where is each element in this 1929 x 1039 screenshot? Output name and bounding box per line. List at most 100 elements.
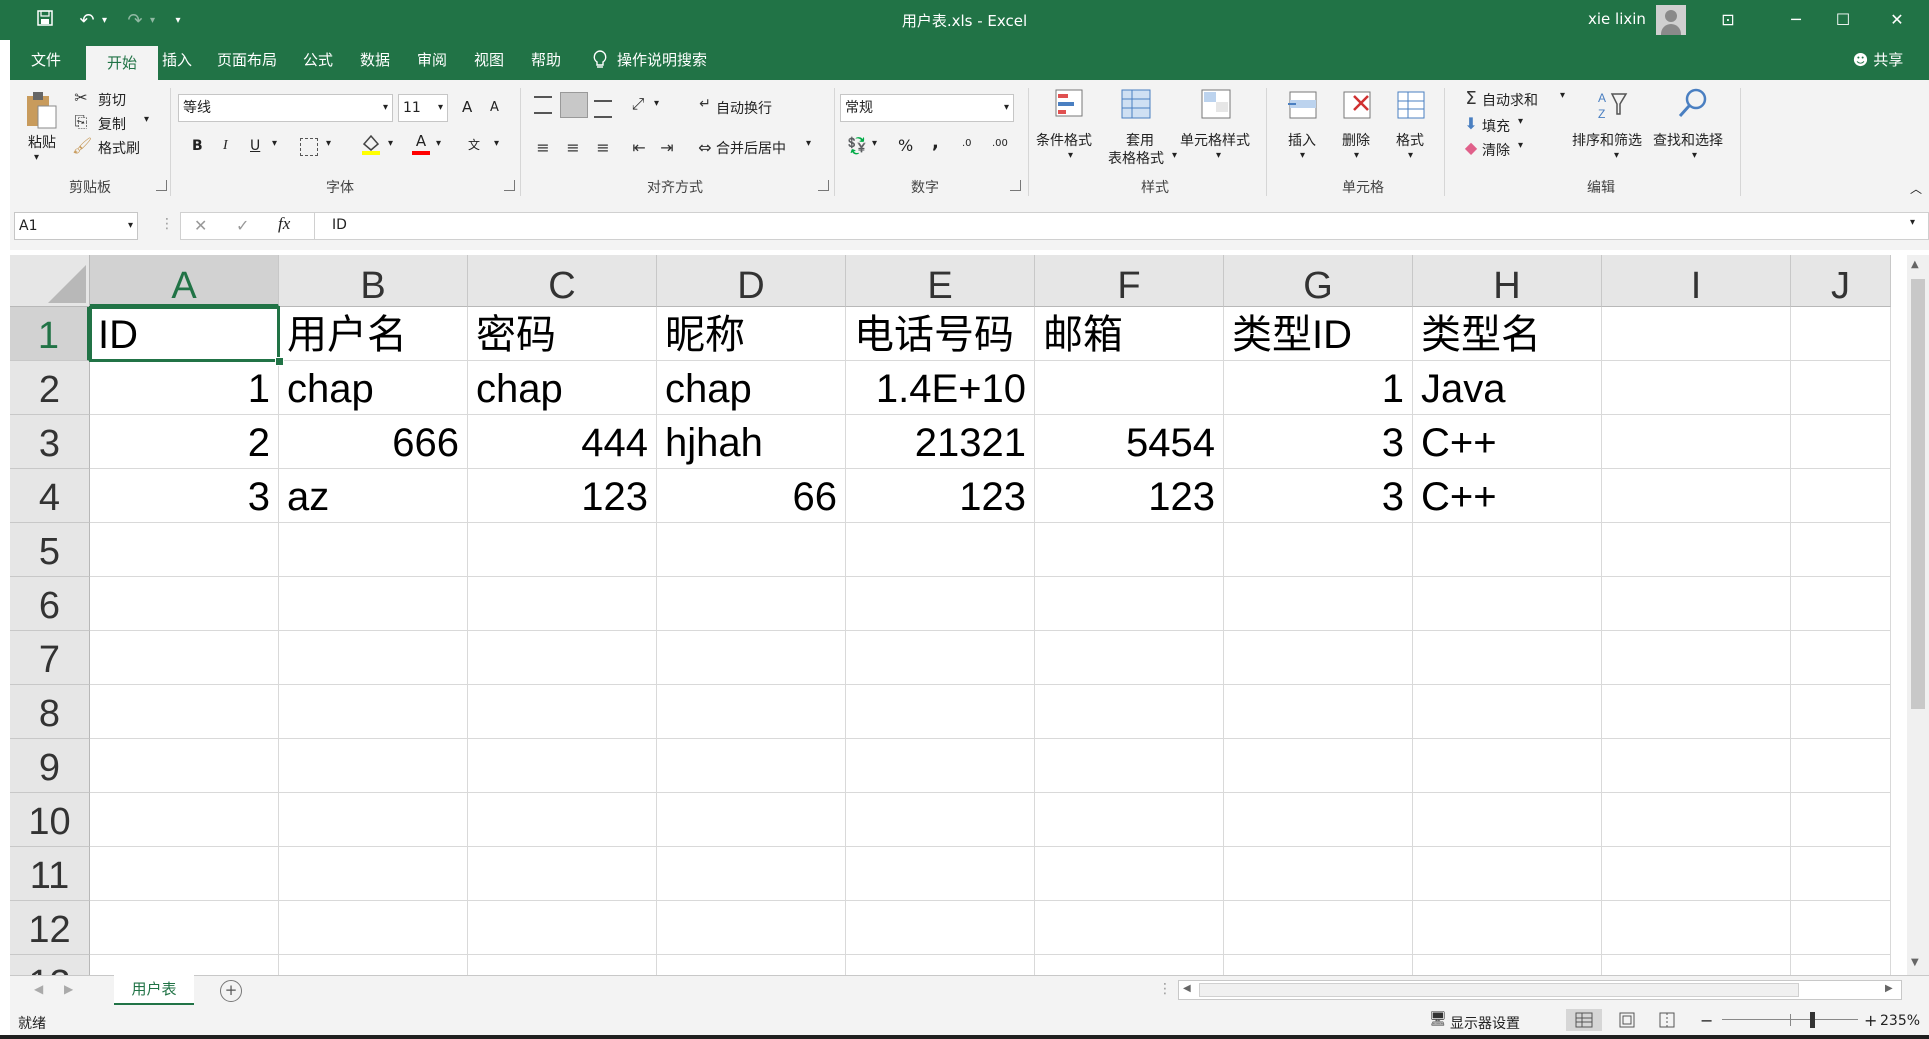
cell-i7[interactable]: [1602, 631, 1791, 685]
expand-formula-icon[interactable]: ▾: [1910, 217, 1915, 228]
cell-styles-icon[interactable]: [1200, 88, 1234, 122]
tab-file[interactable]: 文件: [22, 40, 70, 80]
tab-page-layout[interactable]: 页面布局: [208, 40, 286, 80]
cut-button[interactable]: 剪切: [98, 90, 126, 110]
cell-e8[interactable]: [846, 685, 1035, 739]
cell-i8[interactable]: [1602, 685, 1791, 739]
cell-e2[interactable]: 1.4E+10: [846, 361, 1035, 415]
delete-dropdown-icon[interactable]: ▾: [1354, 150, 1359, 161]
align-right-icon[interactable]: ≡: [594, 138, 612, 157]
cell-c6[interactable]: [468, 577, 657, 631]
borders-icon[interactable]: [300, 138, 318, 156]
wrap-text-button[interactable]: 自动换行: [716, 98, 772, 118]
font-name-select[interactable]: 等线 ▾: [178, 94, 393, 122]
cell-e6[interactable]: [846, 577, 1035, 631]
bold-button[interactable]: B: [192, 138, 203, 154]
cell-a5[interactable]: [90, 523, 279, 577]
cell-j6[interactable]: [1791, 577, 1891, 631]
column-header-i[interactable]: I: [1602, 255, 1791, 307]
cell-b13[interactable]: [279, 955, 468, 975]
autosum-button[interactable]: 自动求和: [1482, 90, 1538, 110]
cell-d11[interactable]: [657, 847, 846, 901]
vertical-scrollbar[interactable]: ▲ ▼: [1907, 255, 1929, 975]
normal-view-button[interactable]: [1566, 1009, 1602, 1031]
cell-d9[interactable]: [657, 739, 846, 793]
select-all-button[interactable]: [10, 255, 90, 307]
find-dropdown-icon[interactable]: ▾: [1692, 150, 1697, 161]
cell-b1[interactable]: 用户名: [279, 307, 468, 361]
cell-styles-dropdown-icon[interactable]: ▾: [1216, 150, 1221, 161]
add-sheet-button[interactable]: +: [220, 980, 242, 1002]
cell-a6[interactable]: [90, 577, 279, 631]
alignment-launcher-icon[interactable]: [818, 180, 829, 191]
zoom-slider-thumb[interactable]: [1810, 1012, 1815, 1028]
accounting-format-icon[interactable]: 💱: [846, 136, 868, 155]
scroll-up-icon[interactable]: ▲: [1911, 259, 1919, 270]
insert-function-icon[interactable]: fx: [278, 214, 290, 234]
cell-d12[interactable]: [657, 901, 846, 955]
cell-j8[interactable]: [1791, 685, 1891, 739]
cell-h9[interactable]: [1413, 739, 1602, 793]
orientation-dropdown-icon[interactable]: ▾: [654, 98, 659, 109]
tab-review[interactable]: 审阅: [407, 40, 457, 80]
column-header-b[interactable]: B: [279, 255, 468, 307]
column-header-d[interactable]: D: [657, 255, 846, 307]
tab-home[interactable]: 开始: [86, 46, 158, 80]
sheet-tab-users[interactable]: 用户表: [114, 975, 194, 1006]
cell-a7[interactable]: [90, 631, 279, 685]
zoom-level[interactable]: 235%: [1880, 1013, 1920, 1029]
cell-b9[interactable]: [279, 739, 468, 793]
display-settings-button[interactable]: 显示器设置: [1450, 1013, 1520, 1033]
row-header-13[interactable]: 13: [10, 955, 90, 975]
cell-f2[interactable]: [1035, 361, 1224, 415]
cell-h5[interactable]: [1413, 523, 1602, 577]
column-header-f[interactable]: F: [1035, 255, 1224, 307]
prev-sheet-icon[interactable]: ◀: [34, 982, 43, 996]
cell-d2[interactable]: chap: [657, 361, 846, 415]
row-header-6[interactable]: 6: [10, 577, 90, 631]
cell-h8[interactable]: [1413, 685, 1602, 739]
cell-j3[interactable]: [1791, 415, 1891, 469]
cell-h7[interactable]: [1413, 631, 1602, 685]
paste-dropdown-icon[interactable]: ▾: [34, 152, 39, 163]
paste-button[interactable]: 粘贴: [28, 132, 56, 152]
align-top-icon[interactable]: [534, 96, 552, 114]
cell-f6[interactable]: [1035, 577, 1224, 631]
underline-button[interactable]: U: [250, 138, 260, 154]
cell-c8[interactable]: [468, 685, 657, 739]
cell-c2[interactable]: chap: [468, 361, 657, 415]
next-sheet-icon[interactable]: ▶: [64, 982, 73, 996]
row-header-9[interactable]: 9: [10, 739, 90, 793]
cell-f10[interactable]: [1035, 793, 1224, 847]
row-header-1[interactable]: 1: [10, 307, 90, 361]
scroll-left-icon[interactable]: ◀: [1183, 983, 1191, 994]
splitter-icon[interactable]: ⋮: [1158, 981, 1172, 997]
font-color-icon[interactable]: A: [410, 132, 432, 156]
cell-h3[interactable]: C++: [1413, 415, 1602, 469]
cell-f11[interactable]: [1035, 847, 1224, 901]
page-break-view-button[interactable]: [1652, 1009, 1682, 1031]
lightbulb-icon[interactable]: [585, 40, 615, 80]
borders-dropdown-icon[interactable]: ▾: [326, 138, 331, 149]
cell-d1[interactable]: 昵称: [657, 307, 846, 361]
cell-f3[interactable]: 5454: [1035, 415, 1224, 469]
cell-c12[interactable]: [468, 901, 657, 955]
scroll-down-icon[interactable]: ▼: [1911, 957, 1919, 968]
cancel-edit-icon[interactable]: ✕: [194, 216, 207, 235]
format-painter-button[interactable]: 格式刷: [98, 138, 140, 158]
cell-c7[interactable]: [468, 631, 657, 685]
tell-me-search[interactable]: 操作说明搜索: [617, 40, 717, 80]
horizontal-scrollbar[interactable]: ◀ ▶: [1178, 980, 1902, 1000]
row-header-3[interactable]: 3: [10, 415, 90, 469]
insert-cells-icon[interactable]: [1286, 88, 1320, 122]
format-cells-button[interactable]: 格式: [1396, 130, 1424, 150]
delete-cells-button[interactable]: 删除: [1342, 130, 1370, 150]
cell-b10[interactable]: [279, 793, 468, 847]
tab-data[interactable]: 数据: [350, 40, 400, 80]
cell-g6[interactable]: [1224, 577, 1413, 631]
clear-dropdown-icon[interactable]: ▾: [1518, 140, 1523, 151]
zoom-in-button[interactable]: +: [1864, 1011, 1877, 1030]
insert-cells-button[interactable]: 插入: [1288, 130, 1316, 150]
worksheet-grid[interactable]: ABCDEFGHIJ 12345678910111213 ID用户名密码昵称电话…: [10, 255, 1907, 975]
cell-h6[interactable]: [1413, 577, 1602, 631]
